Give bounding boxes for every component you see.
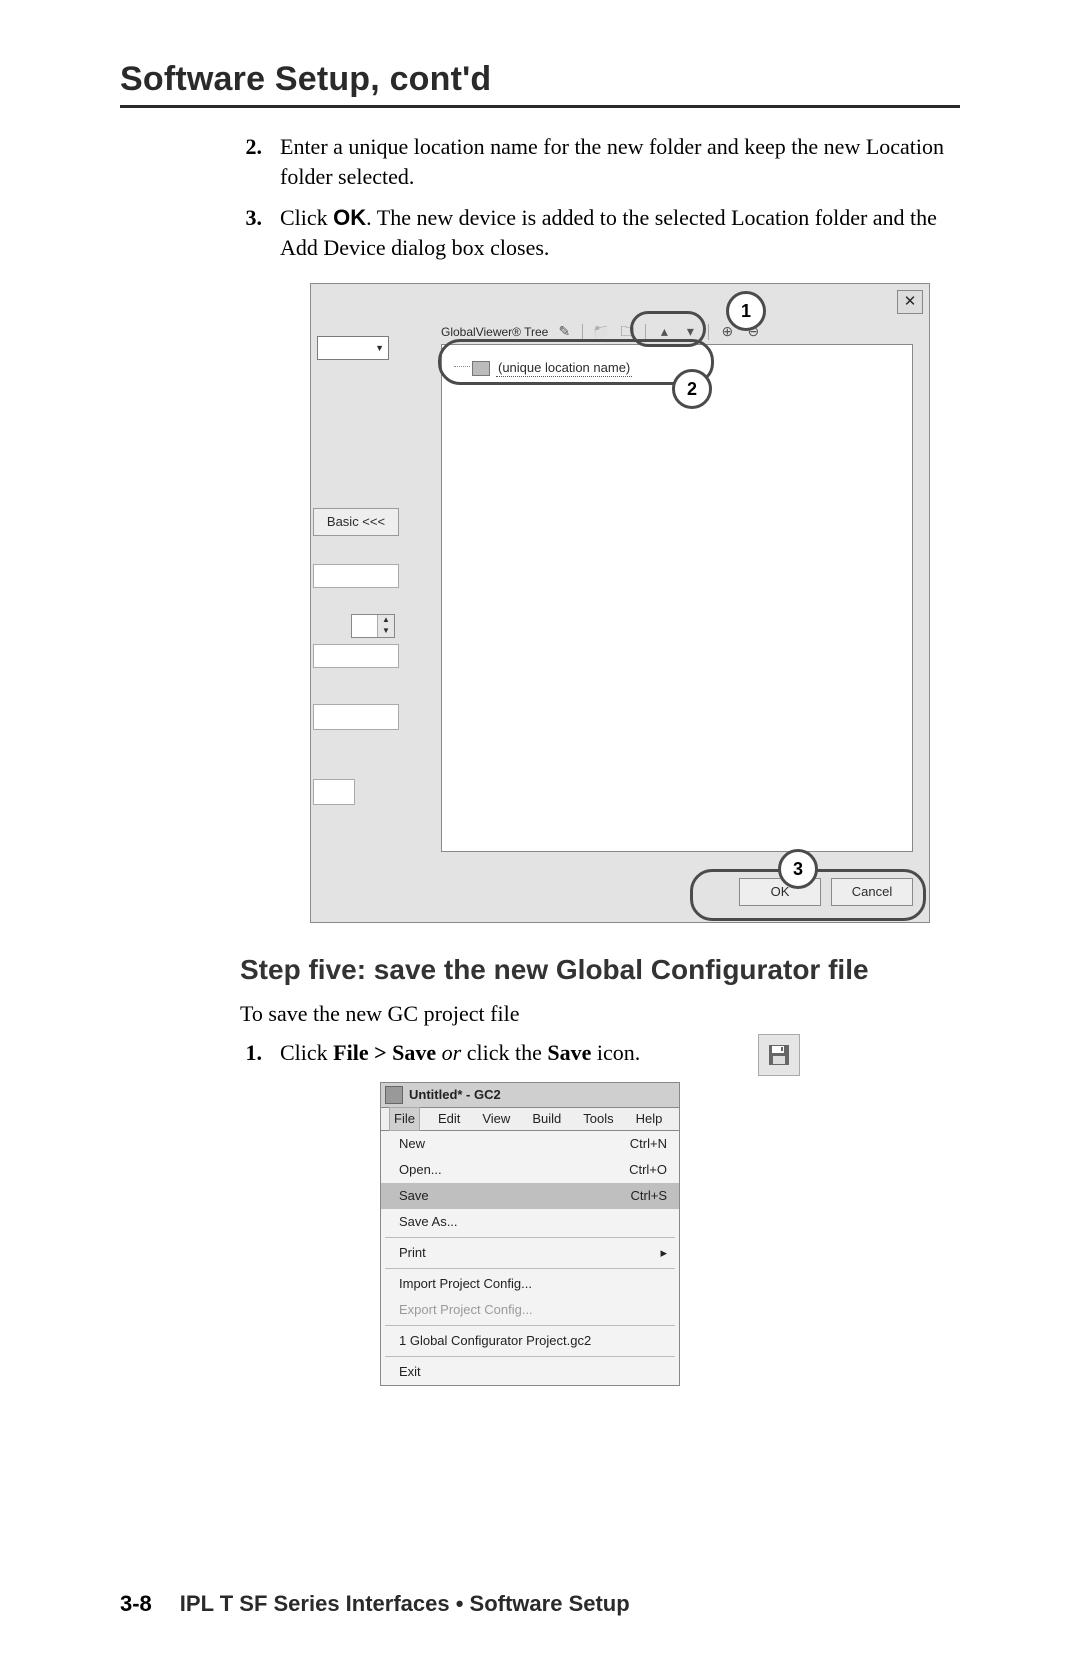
menu-item-exit[interactable]: Exit bbox=[381, 1359, 679, 1385]
step-3-text: Click OK. The new device is added to the… bbox=[280, 203, 960, 262]
page-title: Software Setup, cont'd bbox=[120, 60, 960, 99]
menu-item-new[interactable]: NewCtrl+N bbox=[381, 1131, 679, 1157]
step-2-number: 2. bbox=[240, 132, 262, 191]
text-field-1[interactable] bbox=[313, 564, 399, 588]
dropdown-field[interactable]: ▼ bbox=[317, 336, 389, 360]
window-title: Untitled* - GC2 bbox=[409, 1086, 501, 1104]
add-device-dialog-figure: ✕ ▼ Basic <<< ▲▼ GlobalViewer® Tree ✎ bbox=[310, 283, 930, 923]
callout-3: 3 bbox=[778, 849, 818, 889]
menubar: File Edit View Build Tools Help bbox=[380, 1108, 680, 1130]
menu-item-print[interactable]: Print▸ bbox=[381, 1240, 679, 1266]
app-icon bbox=[385, 1086, 403, 1104]
step-five-intro: To save the new GC project file bbox=[240, 999, 960, 1029]
menu-edit[interactable]: Edit bbox=[434, 1108, 464, 1130]
tree-label: GlobalViewer® Tree bbox=[441, 324, 548, 340]
menu-item-save[interactable]: SaveCtrl+S bbox=[381, 1183, 679, 1209]
body-column: 2. Enter a unique location name for the … bbox=[120, 132, 960, 1372]
dialog-left-panel: ▼ Basic <<< ▲▼ bbox=[311, 314, 401, 894]
title-rule bbox=[120, 105, 960, 108]
menu-tools[interactable]: Tools bbox=[579, 1108, 617, 1130]
text-field-2[interactable] bbox=[313, 644, 399, 668]
menu-item-export: Export Project Config... bbox=[381, 1297, 679, 1323]
menu-build[interactable]: Build bbox=[528, 1108, 565, 1130]
step-2-text: Enter a unique location name for the new… bbox=[280, 132, 960, 191]
text-field-4[interactable] bbox=[313, 779, 355, 805]
basic-toggle-button[interactable]: Basic <<< bbox=[313, 508, 399, 536]
close-icon[interactable]: ✕ bbox=[897, 290, 923, 314]
callout-2: 2 bbox=[672, 369, 712, 409]
number-spinner[interactable]: ▲▼ bbox=[351, 614, 395, 638]
step5-1-number: 1. bbox=[240, 1038, 262, 1068]
page-number: 3-8 bbox=[120, 1591, 152, 1617]
window-titlebar: Untitled* - GC2 bbox=[380, 1082, 680, 1108]
menu-item-open[interactable]: Open...Ctrl+O bbox=[381, 1157, 679, 1183]
menu-item-import[interactable]: Import Project Config... bbox=[381, 1271, 679, 1297]
save-icon bbox=[758, 1034, 800, 1076]
file-menu-figure: Untitled* - GC2 File Edit View Build Too… bbox=[380, 1082, 680, 1372]
menu-file[interactable]: File bbox=[389, 1107, 420, 1131]
step5-1-text: Click File > Save or click the Save icon… bbox=[280, 1038, 640, 1068]
page-footer: 3-8 IPL T SF Series Interfaces • Softwar… bbox=[120, 1591, 960, 1617]
menu-item-save-as[interactable]: Save As... bbox=[381, 1209, 679, 1235]
text-field-3[interactable] bbox=[313, 704, 399, 730]
step-3-number: 3. bbox=[240, 203, 262, 262]
file-dropdown: NewCtrl+N Open...Ctrl+O SaveCtrl+S Save … bbox=[380, 1130, 680, 1386]
callout-1: 1 bbox=[726, 291, 766, 331]
step-five-heading: Step five: save the new Global Configura… bbox=[240, 951, 960, 989]
menu-view[interactable]: View bbox=[478, 1108, 514, 1130]
floppy-disk-icon bbox=[767, 1043, 791, 1067]
submenu-arrow-icon: ▸ bbox=[660, 1244, 667, 1262]
footer-text: IPL T SF Series Interfaces • Software Se… bbox=[180, 1591, 630, 1617]
menu-item-recent[interactable]: 1 Global Configurator Project.gc2 bbox=[381, 1328, 679, 1354]
tree-panel: (unique location name) bbox=[441, 344, 913, 852]
callout-2-ring bbox=[438, 339, 714, 385]
menu-help[interactable]: Help bbox=[632, 1108, 667, 1130]
